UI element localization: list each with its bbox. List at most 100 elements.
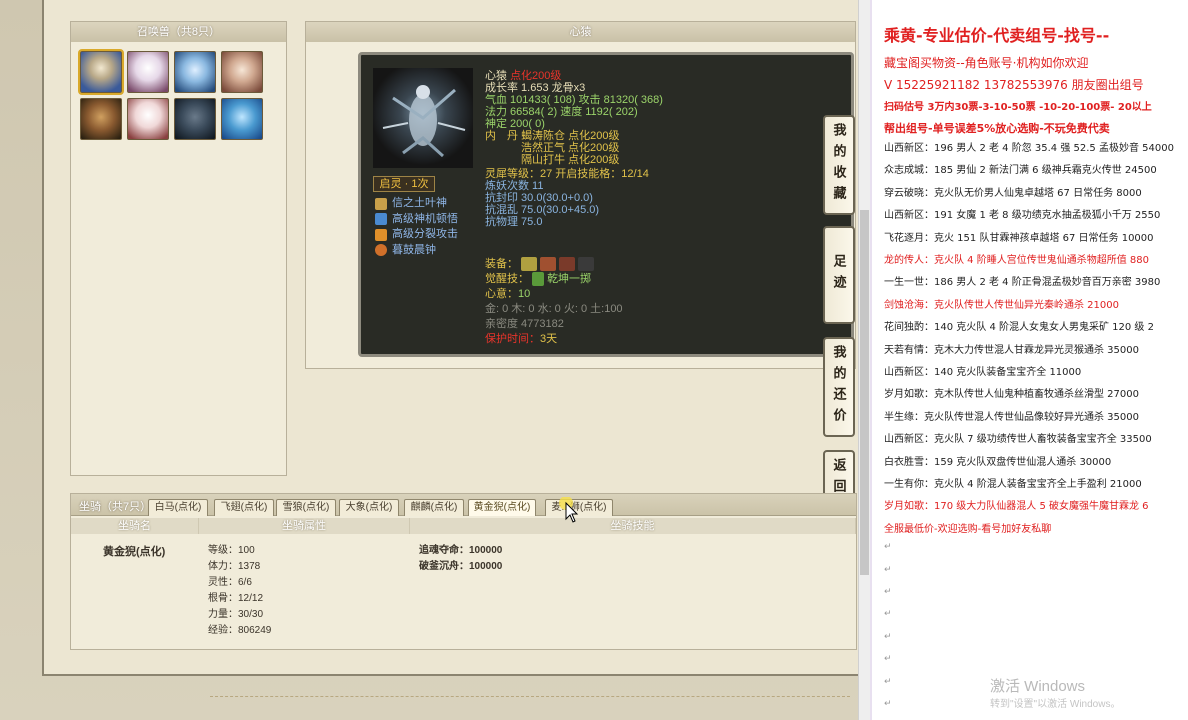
doc-listing-row: 山西新区：196 男人 2 老 4 阶忽 35.4 强 52.5 孟极妙音 54…: [884, 143, 1174, 154]
doc-listing-row: 飞花逐月：克火 151 队甘霖神孩卓越塔 67 日常任务 10000: [884, 232, 1154, 244]
neidan-label: 内 丹: [485, 130, 518, 142]
skill-label: 信之土叶神: [392, 197, 447, 209]
document-pane: 乘黄-专业估价-代卖组号-找号-- 藏宝阁买物资--角色账号·机构如你欢迎 V …: [870, 0, 1188, 720]
doc-line: V 15225921182 13782553976 朋友圈出组号: [884, 78, 1144, 92]
awaken-value: 乾坤一掷: [547, 273, 592, 285]
neidan-1: 蝎涛陈仓 点化200级: [521, 130, 620, 142]
awaken-badge: 启灵 · 1次: [373, 176, 435, 192]
windows-activation-watermark: 激活 Windows 转到"设置"以激活 Windows。: [990, 678, 1120, 714]
paragraph-mark: ↵: [884, 654, 892, 665]
summon-name: 心猿: [485, 70, 507, 82]
neidan-3: 隔山打牛 点化200级: [521, 154, 620, 166]
refine-count: 炼妖次数 11: [485, 180, 544, 192]
summon-thumb[interactable]: [174, 98, 216, 140]
summon-thumb[interactable]: [174, 51, 216, 93]
mount-attr: 力量：30/30: [208, 609, 264, 620]
footer-divider: [210, 696, 850, 697]
mount-skill: 追魂夺命：100000: [419, 545, 503, 556]
awaken-label: 觉醒技：: [485, 273, 529, 285]
skill-icon: [375, 213, 387, 226]
doc-listing-row: 白衣胜雪：159 克火队双盘传世仙混人通杀 30000: [884, 456, 1112, 468]
doc-listing-row: 岁月如歌：170 级大力队仙器混人 5 破女魔强牛魔甘霖龙 6: [884, 501, 1149, 513]
doc-listing-row: 龙的传人：克火队 4 阶睡人宫位传世鬼仙通杀物超所值 880: [884, 255, 1149, 266]
summon-thumb[interactable]: [221, 51, 263, 93]
mouse-pointer-icon: [558, 496, 580, 528]
skill-label: 高级神机顿悟: [392, 212, 458, 225]
skill-item[interactable]: 暮鼓晨钟: [375, 243, 458, 259]
mount-tab[interactable]: 麒麟(点化): [404, 499, 464, 516]
skill-item[interactable]: 信之土叶神: [375, 196, 458, 212]
summon-panel: 召唤兽（共8只）: [70, 21, 287, 476]
my-favorites-button[interactable]: 我的收藏: [823, 115, 855, 215]
mount-col-name: 坐骑名: [71, 518, 199, 534]
skill-item[interactable]: 高级分裂攻击: [375, 227, 458, 243]
mount-tab[interactable]: 雪狼(点化): [276, 499, 336, 516]
protect-label: 保护时间：: [485, 333, 540, 345]
summon-portrait: [373, 68, 473, 168]
mount-attr: 灵性：6/6: [208, 577, 252, 588]
doc-listing-row: 穿云破晓：克火队无价男人仙鬼卓越塔 67 日常任务 8000: [884, 187, 1142, 199]
mount-attr: 体力：1378: [208, 561, 261, 572]
skill-icon: [375, 228, 387, 241]
mount-panel-title: 坐骑（共7只）: [79, 501, 152, 513]
doc-listing-row: 全服最低价-欢迎选购-看号加好友私聊: [884, 523, 1052, 535]
equip-icon[interactable]: [578, 257, 595, 272]
heart-value: 10: [518, 288, 531, 300]
intimacy: 亲密度 4773182: [485, 318, 564, 330]
mount-tab[interactable]: 大象(点化): [339, 499, 399, 516]
doc-listing-row: 山西新区：克火队 7 级功绩传世人畜牧装备宝宝齐全 33500: [884, 434, 1152, 446]
doc-listing-row: 半生缘：克火队传世混人传世仙品像较好异光通杀 35000: [884, 411, 1139, 423]
scrollbar-thumb[interactable]: [860, 210, 869, 575]
heart-label: 心意：: [485, 288, 518, 300]
doc-listing-row: 花间独酌：140 克火队 4 阶混人女鬼女人男鬼采矿 120 级 2: [884, 322, 1154, 334]
summon-spirit: 神定 200( 0): [485, 118, 545, 130]
equip-icon[interactable]: [521, 257, 538, 272]
equip-section: 装备： 觉醒技： 乾坤一掷 心意：10 金: 0 木: 0 水: 0 火: 0 …: [485, 257, 623, 347]
mount-name: 黄金猊(点化): [103, 546, 166, 558]
equip-icon[interactable]: [540, 257, 557, 272]
summon-thumb[interactable]: [221, 98, 263, 140]
summon-panel-title: 召唤兽（共8只）: [71, 22, 286, 42]
mount-tab[interactable]: 白马(点化): [148, 499, 208, 516]
doc-line: 帮出组号-单号误差5%放心选购-不玩免费代卖: [884, 122, 1110, 135]
awaken-icon: [532, 272, 545, 287]
skill-label: 高级分裂攻击: [392, 228, 458, 240]
my-bargain-button[interactable]: 我的还价: [823, 337, 855, 437]
resist-phys: 抗物理 75.0: [485, 216, 543, 228]
paragraph-mark: ↵: [884, 699, 892, 709]
mount-attr-list: 等级：100 体力：1378 灵性：6/6 根骨：12/12 力量：30/30 …: [208, 543, 271, 639]
mount-tab-bar: 坐骑（共7只） 白马(点化) 飞翅(点化) 雪狼(点化) 大象(点化) 麒麟(点…: [71, 494, 856, 516]
summon-thumb[interactable]: [127, 51, 169, 93]
mount-tab-active[interactable]: 黄金猊(点化): [468, 499, 536, 516]
doc-listing-row: 山西新区：140 克火队装备宝宝齐全 11000: [884, 367, 1082, 378]
mount-attr: 根骨：12/12: [208, 593, 264, 604]
summon-thumb[interactable]: [78, 49, 124, 95]
mount-attr: 经验：806249: [208, 625, 272, 636]
mount-panel: 坐骑（共7只） 白马(点化) 飞翅(点化) 雪狼(点化) 大象(点化) 麒麟(点…: [70, 493, 857, 650]
doc-listing-row: 山西新区：191 女魔 1 老 8 级功绩克水抽孟极狐小千万 2550: [884, 210, 1161, 222]
doc-listing-row: 天若有情：克木大力传世混人甘霖龙异光灵猴通杀 35000: [884, 344, 1139, 356]
doc-listing-row: 岁月如歌：克木队传世人仙鬼种植畜牧通杀丝滑型 27000: [884, 389, 1139, 401]
doc-listing-row: 一生有你：克火队 4 阶混人装备宝宝齐全上手盈利 21000: [884, 479, 1142, 490]
summon-thumb[interactable]: [80, 98, 122, 140]
document-body: 乘黄-专业估价-代卖组号-找号-- 藏宝阁买物资--角色账号·机构如你欢迎 V …: [872, 0, 1188, 720]
mount-col-attr: 坐骑属性: [199, 518, 410, 534]
skill-label: 暮鼓晨钟: [392, 243, 436, 256]
equip-icon[interactable]: [559, 257, 576, 272]
summon-info-card: 心猿 点化200级 成长率 1.653 龙骨x3 气血 101433( 108)…: [358, 52, 854, 357]
element-values: 金: 0 木: 0 水: 0 火: 0 土:100: [485, 303, 623, 315]
neidan-2: 浩然正气 点化200级: [521, 142, 620, 154]
summon-mp-speed: 法力 66584( 2) 速度 1192( 202): [485, 106, 638, 118]
summon-detail-title: 心猿: [306, 22, 855, 42]
mount-tab[interactable]: 飞翅(点化): [214, 499, 274, 516]
doc-listing-row: 剑蚀沧海：克火队传世人传世仙异光秦岭通杀 21000: [884, 299, 1119, 311]
paragraph-mark: ↵: [884, 564, 892, 575]
summon-thumb[interactable]: [127, 98, 169, 140]
skill-item[interactable]: 高级神机顿悟: [375, 212, 458, 228]
doc-line: 藏宝阁买物资--角色账号·机构如你欢迎: [884, 56, 1089, 70]
doc-title: 乘黄-专业估价-代卖组号-找号--: [884, 26, 1110, 45]
resist-chaos: 抗混乱 75.0(30.0+45.0): [485, 204, 600, 216]
footprint-button[interactable]: 足迹: [823, 226, 855, 324]
paragraph-mark: ↵: [884, 631, 892, 642]
equip-label: 装备：: [485, 258, 518, 270]
